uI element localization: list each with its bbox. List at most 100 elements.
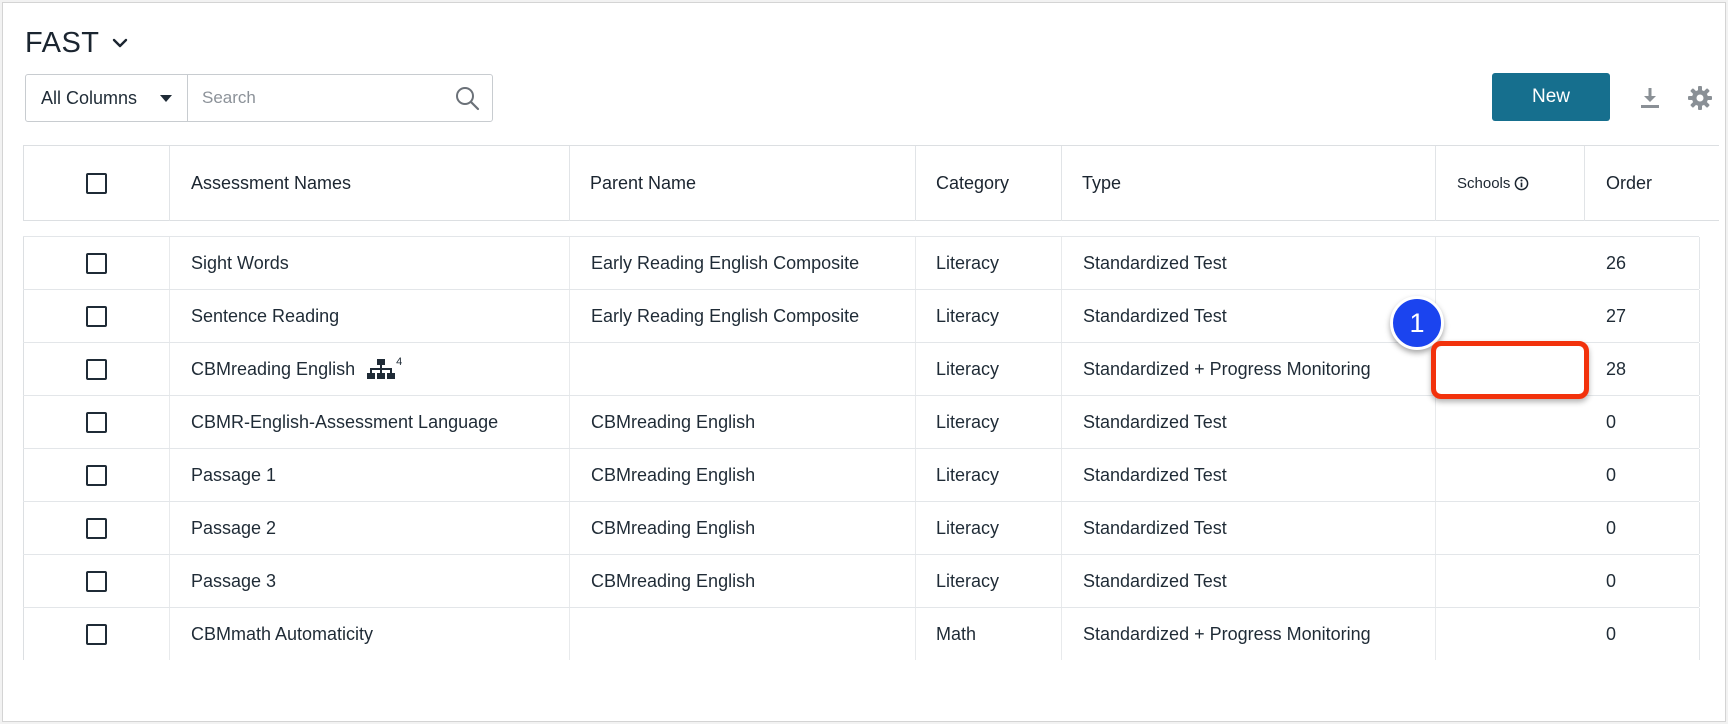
row-checkbox[interactable] (86, 252, 107, 274)
parent-name-cell: CBMreading English (569, 555, 915, 607)
table-row[interactable]: Passage 1 CBMreading English Literacy St… (23, 449, 1700, 502)
parent-name-cell: CBMreading English (569, 449, 915, 501)
column-header-type[interactable]: Type (1061, 146, 1435, 221)
search-input[interactable] (200, 87, 454, 109)
select-all-checkbox[interactable] (86, 173, 107, 194)
table-row-partial (23, 221, 1699, 237)
schools-cell[interactable] (1435, 502, 1584, 554)
column-header-label: Schools (1457, 175, 1511, 192)
table-row[interactable]: Passage 3 CBMreading English Literacy St… (23, 555, 1700, 608)
assessment-name-cell[interactable]: Passage 2 (169, 502, 569, 554)
column-header-label: Type (1082, 173, 1122, 193)
table-row[interactable]: Sentence Reading Early Reading English C… (23, 290, 1700, 343)
chevron-down-icon[interactable] (108, 31, 132, 55)
row-checkbox-cell (23, 290, 169, 342)
order-cell: 0 (1606, 464, 1617, 485)
hierarchy-icon[interactable] (367, 358, 396, 380)
highlight-box (1431, 341, 1589, 399)
category-cell: Literacy (915, 449, 1061, 501)
parent-name-cell (569, 608, 915, 660)
column-header-assessment-names[interactable]: Assessment Names (169, 146, 569, 221)
table-row[interactable]: CBMR-English-Assessment Language CBMread… (23, 396, 1700, 449)
table-body: Sight Words Early Reading English Compos… (23, 221, 1719, 663)
category-cell: Literacy (915, 555, 1061, 607)
order-cell: 28 (1606, 358, 1627, 379)
order-cell: 0 (1606, 517, 1617, 538)
column-header-order[interactable]: Order (1584, 146, 1719, 221)
row-edge (1699, 343, 1700, 395)
column-select-value: All Columns (41, 87, 138, 108)
table-row[interactable]: Passage 2 CBMreading English Literacy St… (23, 502, 1700, 555)
filter-bar: All Columns (25, 74, 493, 122)
category-cell: Literacy (915, 343, 1061, 395)
row-checkbox-cell (23, 449, 169, 501)
app-frame: FAST All Columns New (2, 2, 1726, 722)
order-cell: 27 (1606, 305, 1627, 326)
new-button[interactable]: New (1492, 73, 1610, 121)
column-select-dropdown[interactable]: All Columns (26, 75, 188, 121)
category-cell: Math (915, 608, 1061, 660)
parent-name-cell: Early Reading English Composite (569, 237, 915, 289)
column-header-label: Category (936, 173, 1010, 193)
schools-cell[interactable] (1435, 396, 1584, 448)
order-cell: 0 (1606, 411, 1617, 432)
assessment-name-cell[interactable]: Sentence Reading (169, 290, 569, 342)
header-checkbox-cell (23, 146, 169, 221)
search-icon[interactable] (454, 85, 480, 111)
row-checkbox-cell (23, 555, 169, 607)
gear-icon[interactable] (1687, 85, 1713, 111)
parent-name-cell: CBMreading English (569, 502, 915, 554)
column-header-schools[interactable]: Schools (1435, 146, 1584, 221)
info-icon[interactable] (1514, 176, 1529, 191)
type-cell: Standardized Test (1061, 396, 1435, 448)
table-row[interactable]: CBMmath Automaticity Math Standardized +… (23, 608, 1700, 661)
type-cell: Standardized + Progress Monitoring (1061, 343, 1435, 395)
child-count-badge: 4 (396, 356, 403, 368)
column-header-category[interactable]: Category (915, 146, 1061, 221)
row-checkbox[interactable] (86, 570, 107, 592)
row-checkbox[interactable] (86, 411, 107, 433)
column-header-label: Order (1606, 173, 1653, 193)
assessments-table: Assessment Names Parent Name Category Ty… (23, 145, 1719, 663)
order-cell: 0 (1606, 570, 1617, 591)
row-checkbox[interactable] (86, 623, 107, 645)
category-cell: Literacy (915, 237, 1061, 289)
row-edge (1699, 237, 1700, 289)
assessment-name-cell[interactable]: Passage 1 (169, 449, 569, 501)
caret-down-icon (160, 94, 172, 102)
assessment-name-cell[interactable]: CBMR-English-Assessment Language (169, 396, 569, 448)
download-icon[interactable] (1637, 85, 1663, 111)
row-checkbox-cell (23, 608, 169, 660)
row-checkbox[interactable] (86, 358, 107, 380)
schools-cell[interactable] (1435, 449, 1584, 501)
row-checkbox[interactable] (86, 305, 107, 327)
row-checkbox-cell (23, 396, 169, 448)
row-checkbox[interactable] (86, 517, 107, 539)
row-edge (1699, 290, 1700, 342)
assessment-name-cell[interactable]: CBMmath Automaticity (169, 608, 569, 660)
row-checkbox-cell (23, 237, 169, 289)
column-header-label: Assessment Names (191, 173, 352, 193)
assessment-name-cell[interactable]: CBMreading English 4 (169, 343, 569, 395)
schools-cell[interactable] (1435, 555, 1584, 607)
column-header-parent-name[interactable]: Parent Name (569, 146, 915, 221)
page-title: FAST (25, 26, 100, 59)
row-edge (1699, 396, 1700, 448)
row-edge (1699, 555, 1700, 607)
table-row[interactable]: Sight Words Early Reading English Compos… (23, 237, 1700, 290)
category-cell: Literacy (915, 502, 1061, 554)
type-cell: Standardized Test (1061, 237, 1435, 289)
parent-name-cell: Early Reading English Composite (569, 290, 915, 342)
schools-cell[interactable] (1435, 290, 1584, 342)
assessment-name-cell[interactable]: Passage 3 (169, 555, 569, 607)
order-cell: 0 (1606, 623, 1617, 644)
title-row: FAST (25, 25, 132, 61)
assessment-name-cell[interactable]: Sight Words (169, 237, 569, 289)
schools-cell[interactable] (1435, 608, 1584, 660)
schools-cell[interactable] (1435, 237, 1584, 289)
type-cell: Standardized Test (1061, 502, 1435, 554)
parent-name-cell: CBMreading English (569, 396, 915, 448)
column-header-label: Parent Name (590, 173, 697, 193)
parent-name-cell (569, 343, 915, 395)
row-checkbox[interactable] (86, 464, 107, 486)
